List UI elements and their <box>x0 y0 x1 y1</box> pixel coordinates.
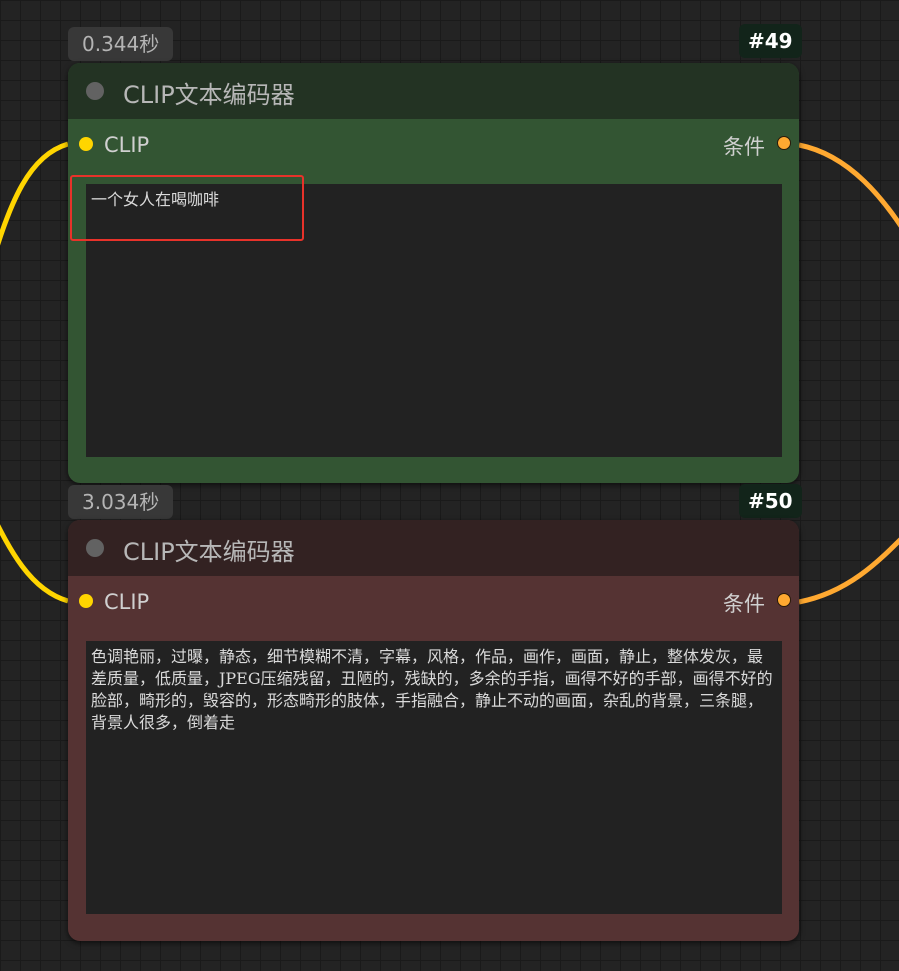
node-id-badge: #50 <box>739 484 802 518</box>
clip-text-encode-node-positive[interactable]: CLIP文本编码器 CLIP 条件 一个女人在喝咖啡 <box>68 63 799 483</box>
collapse-dot-icon[interactable] <box>86 82 104 100</box>
execution-time-badge: 3.034秒 <box>68 485 174 519</box>
clip-text-encode-node-negative[interactable]: CLIP文本编码器 CLIP 条件 色调艳丽，过曝，静态，细节模糊不清，字幕，风… <box>68 520 799 941</box>
clip-link-in-negative <box>0 524 69 604</box>
clip-input-slot-icon[interactable] <box>79 594 93 608</box>
collapse-dot-icon[interactable] <box>86 539 104 557</box>
conditioning-output-slot-icon[interactable] <box>777 593 791 607</box>
node-io-row: CLIP 条件 <box>68 119 799 175</box>
prompt-text-area[interactable]: 一个女人在喝咖啡 <box>86 184 782 457</box>
conditioning-output-label: 条件 <box>723 592 765 616</box>
node-id-badge: #49 <box>739 24 802 58</box>
clip-link-in-positive <box>0 141 69 246</box>
node-title: CLIP文本编码器 <box>123 538 295 566</box>
prompt-text-area[interactable]: 色调艳丽，过曝，静态，细节模糊不清，字幕，风格，作品，画作，画面，静止，整体发灰… <box>86 641 782 914</box>
node-title: CLIP文本编码器 <box>123 81 295 109</box>
node-io-row: CLIP 条件 <box>68 576 799 632</box>
execution-time-badge: 0.344秒 <box>68 27 174 61</box>
clip-input-label: CLIP <box>104 133 150 157</box>
conditioning-output-slot-icon[interactable] <box>777 136 791 150</box>
conditioning-link-out-positive <box>798 142 899 228</box>
conditioning-link-out-negative <box>798 537 899 605</box>
clip-input-slot-icon[interactable] <box>79 137 93 151</box>
node-title-bar[interactable]: CLIP文本编码器 <box>68 520 799 576</box>
clip-input-label: CLIP <box>104 590 150 614</box>
node-title-bar[interactable]: CLIP文本编码器 <box>68 63 799 119</box>
conditioning-output-label: 条件 <box>723 135 765 159</box>
